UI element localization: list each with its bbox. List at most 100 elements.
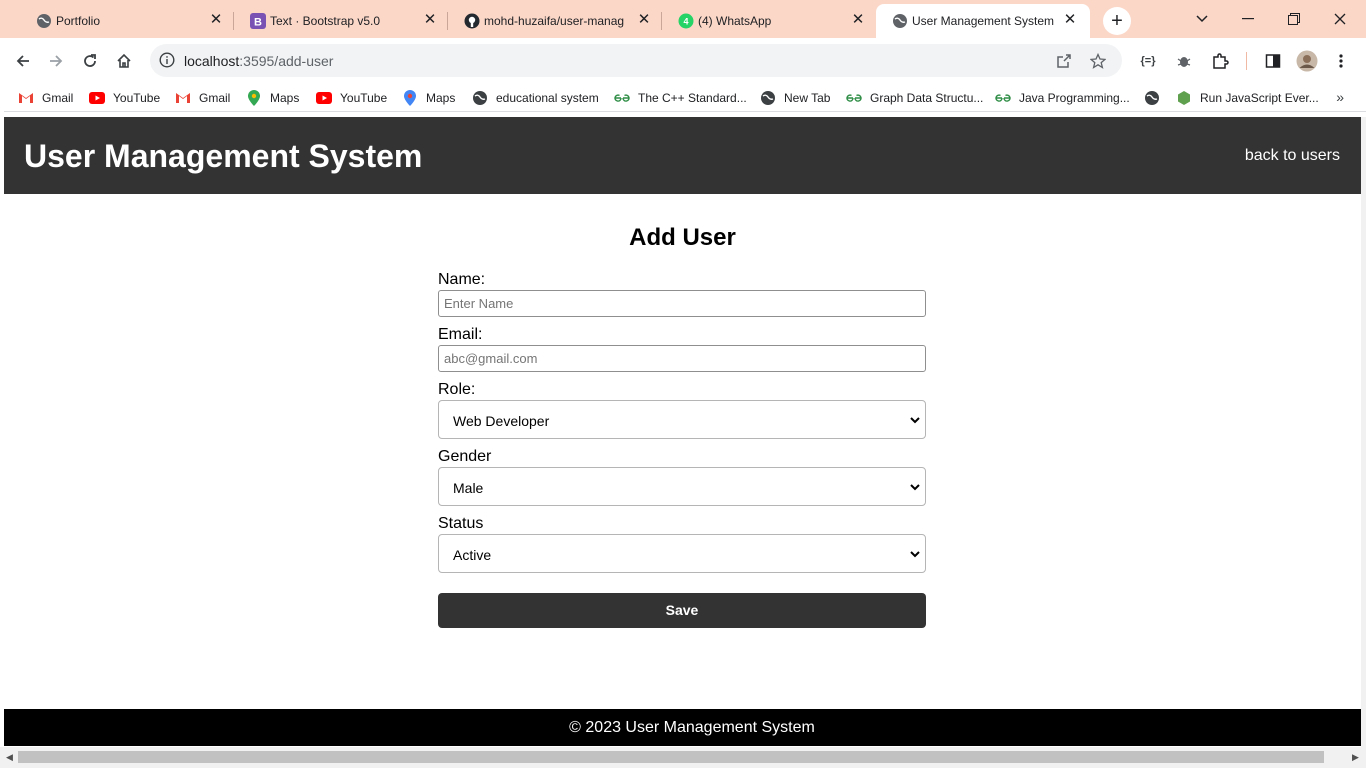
youtube-icon — [89, 90, 105, 106]
bookmark-educational-system[interactable]: educational system — [472, 89, 599, 107]
email-label: Email: — [438, 326, 483, 343]
name-input[interactable] — [438, 290, 926, 317]
bookmark-globe[interactable] — [1144, 89, 1168, 107]
close-icon[interactable]: ✕ — [422, 12, 438, 28]
bookmark-maps[interactable]: Maps — [246, 89, 299, 107]
bookmark-gmail[interactable]: Gmail — [175, 89, 230, 107]
status-label: Status — [438, 515, 484, 532]
bookmarks-bar: Gmail YouTube Gmail Maps YouTube Maps ed… — [4, 84, 1366, 112]
side-panel-icon — [1265, 54, 1281, 68]
toolbar-divider — [1246, 52, 1247, 70]
tab-title: User Management System — [912, 14, 1055, 28]
bookmark-maps[interactable]: Maps — [402, 89, 455, 107]
email-input[interactable] — [438, 345, 926, 372]
role-selected-value: Web Developer — [453, 413, 550, 429]
tab-title: (4) WhatsApp — [698, 14, 772, 28]
bookmark-label: Java Programming... — [1019, 91, 1130, 105]
star-icon — [1090, 53, 1106, 69]
bookmark-java-programming[interactable]: Java Programming... — [995, 89, 1130, 107]
arrow-left-icon — [16, 55, 29, 67]
window-close-button[interactable] — [1320, 6, 1360, 32]
chevron-down-icon — [910, 551, 920, 558]
gender-select[interactable]: Male — [438, 467, 926, 506]
new-tab-button[interactable]: + — [1103, 7, 1131, 35]
close-icon[interactable]: ✕ — [208, 12, 224, 28]
bookmark-gmail[interactable]: Gmail — [18, 89, 73, 107]
reload-button[interactable] — [77, 48, 103, 74]
name-label: Name: — [438, 271, 486, 288]
chevron-down-icon — [910, 484, 920, 491]
status-select[interactable]: Active — [438, 534, 926, 573]
bookmark-cpp-standard[interactable]: The C++ Standard... — [614, 89, 747, 107]
vertical-scrollbar[interactable] — [1361, 117, 1366, 747]
restore-button[interactable] — [1274, 6, 1314, 32]
browser-tab-bootstrap[interactable]: B Text · Bootstrap v5.0 ✕ — [242, 4, 448, 38]
save-button[interactable]: Save — [438, 593, 926, 628]
maps-icon — [402, 90, 418, 106]
svg-text:4: 4 — [683, 17, 688, 27]
bookmark-run-javascript[interactable]: Run JavaScript Ever... — [1176, 89, 1319, 107]
browser-toolbar: localhost:3595/add-user {=} — [4, 38, 1366, 84]
close-icon[interactable]: ✕ — [1062, 12, 1078, 28]
extensions-button[interactable] — [1209, 50, 1231, 72]
side-panel-button[interactable] — [1262, 50, 1284, 72]
tab-search-button[interactable] — [1182, 6, 1222, 32]
browser-tab-user-management[interactable]: User Management System ✕ — [876, 4, 1090, 38]
chevron-down-icon — [910, 417, 920, 424]
gender-selected-value: Male — [453, 480, 484, 496]
globe-icon — [1144, 90, 1160, 106]
bookmark-star-button[interactable] — [1088, 51, 1108, 71]
page-viewport: User Management System back to users Add… — [4, 117, 1361, 747]
url-text[interactable]: localhost:3595/add-user — [184, 53, 333, 69]
app-footer: © 2023 User Management System — [4, 709, 1361, 746]
role-select[interactable]: Web Developer — [438, 400, 926, 439]
bookmark-label: YouTube — [113, 91, 161, 105]
scroll-left-icon[interactable]: ◀ — [6, 752, 13, 763]
url-path: :3595/add-user — [239, 53, 334, 69]
tab-title: Portfolio — [56, 14, 101, 28]
bookmark-label: Gmail — [42, 91, 74, 105]
browser-tab-github[interactable]: mohd-huzaifa/user-manag ✕ — [456, 4, 662, 38]
bookmark-label: Graph Data Structu... — [870, 91, 984, 105]
bookmark-youtube[interactable]: YouTube — [89, 89, 160, 107]
bug-extension-button[interactable] — [1173, 50, 1195, 72]
close-icon[interactable]: ✕ — [850, 12, 866, 28]
gmail-icon — [18, 90, 34, 106]
horizontal-scrollbar[interactable]: ◀ ▶ — [0, 747, 1366, 768]
minimize-icon — [1242, 18, 1254, 20]
bookmark-youtube[interactable]: YouTube — [316, 89, 387, 107]
close-icon[interactable]: ✕ — [636, 12, 652, 28]
home-button[interactable] — [111, 48, 137, 74]
json-viewer-extension-button[interactable]: {=} — [1137, 50, 1159, 72]
page-title: User Management System — [24, 138, 423, 174]
bookmark-new-tab[interactable]: New Tab — [760, 89, 830, 107]
form-heading: Add User — [629, 224, 736, 251]
back-button[interactable] — [10, 48, 36, 74]
scroll-right-icon[interactable]: ▶ — [1352, 752, 1359, 763]
forward-button[interactable] — [43, 48, 69, 74]
tab-title: mohd-huzaifa/user-manag — [484, 14, 625, 28]
browser-tab-portfolio[interactable]: Portfolio ✕ — [28, 4, 234, 38]
back-to-users-link[interactable]: back to users — [1245, 147, 1340, 165]
whatsapp-icon: 4 — [678, 13, 694, 29]
geeksforgeeks-icon — [995, 90, 1011, 106]
share-icon — [1057, 54, 1071, 68]
profile-avatar-button[interactable] — [1296, 50, 1318, 72]
browser-tab-whatsapp[interactable]: 4 (4) WhatsApp ✕ — [670, 4, 876, 38]
minimize-button[interactable] — [1228, 6, 1268, 32]
bookmark-graph-data-structure[interactable]: Graph Data Structu... — [846, 89, 983, 107]
geeksforgeeks-icon — [846, 90, 862, 106]
close-icon — [1334, 13, 1346, 25]
chrome-menu-button[interactable] — [1330, 50, 1352, 72]
scrollbar-thumb[interactable] — [18, 751, 1324, 763]
info-icon[interactable] — [159, 52, 175, 68]
app-header: User Management System back to users — [4, 117, 1361, 194]
share-button[interactable] — [1054, 51, 1074, 71]
address-bar[interactable]: localhost:3595/add-user — [150, 44, 1122, 77]
bookmark-label: Run JavaScript Ever... — [1200, 91, 1319, 105]
bookmarks-overflow-button[interactable]: » — [1336, 89, 1344, 105]
github-icon — [464, 13, 480, 29]
puzzle-icon — [1213, 53, 1229, 69]
svg-text:B: B — [254, 17, 262, 29]
chevron-down-icon — [1196, 15, 1208, 23]
